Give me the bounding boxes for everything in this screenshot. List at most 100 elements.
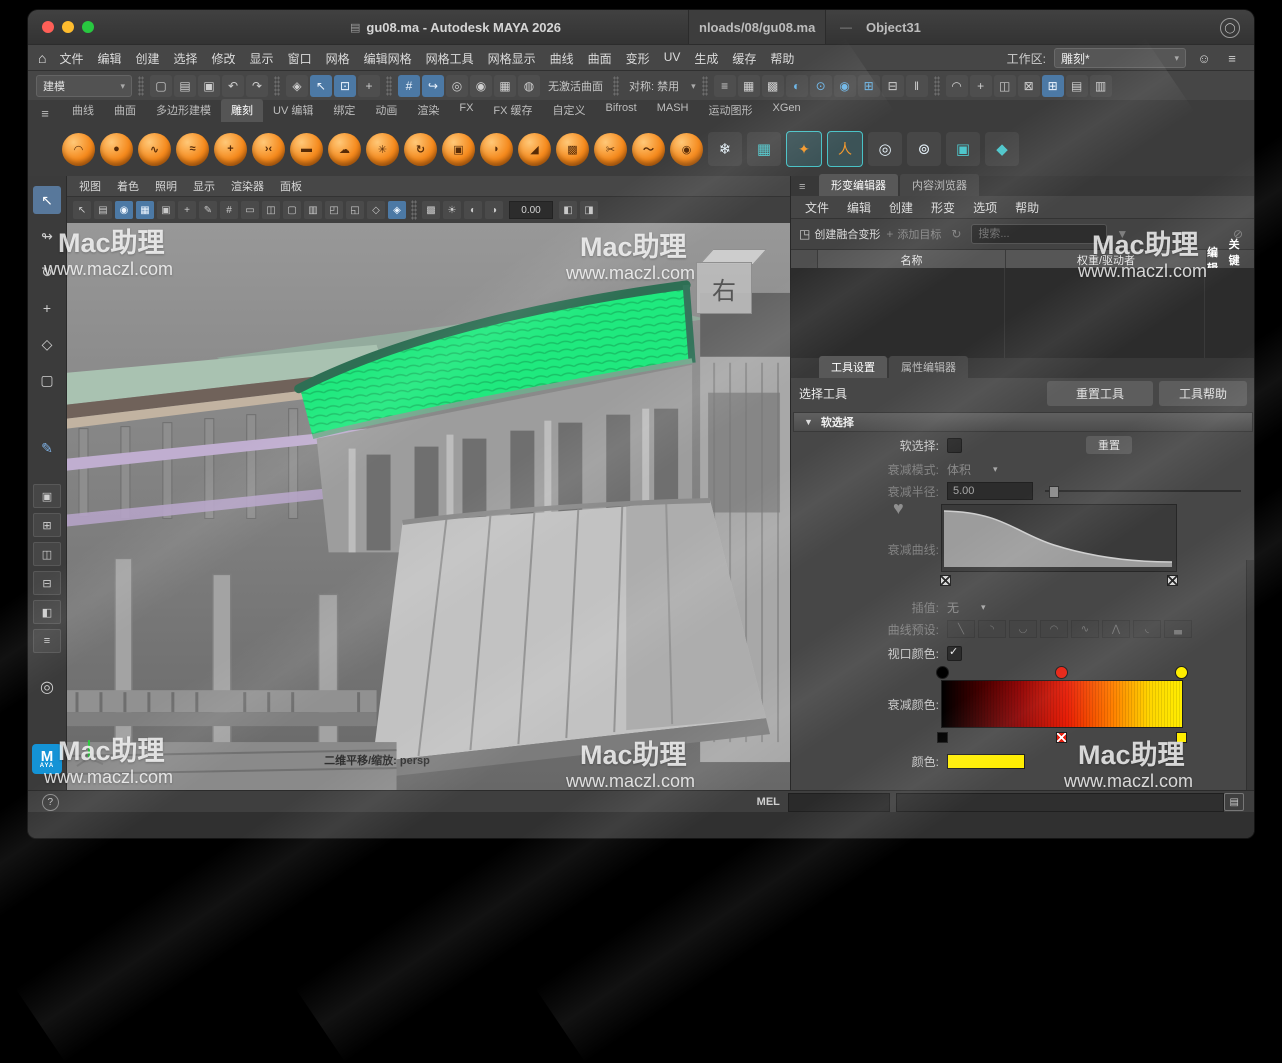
shelf-tab[interactable]: 雕刻 — [221, 99, 263, 122]
preset-ease-out[interactable]: ◝ — [978, 620, 1006, 638]
render-sequence-icon[interactable]: ⊙ — [810, 75, 832, 97]
knife-brush-icon[interactable]: ✂ — [594, 133, 627, 166]
object-xray-icon[interactable]: ◫ — [994, 75, 1016, 97]
menubar-item[interactable]: 帮助 — [763, 50, 801, 67]
safe-action-icon[interactable]: ◰ — [325, 201, 343, 219]
panel-menu-item[interactable]: 视图 — [79, 178, 101, 194]
layout-two-pane-stacked[interactable]: ⊟ — [33, 571, 61, 595]
shelf-tab[interactable]: 多边形建模 — [146, 99, 221, 122]
unfreeze-grid-icon[interactable]: ▦ — [747, 132, 781, 166]
resolution-gate-icon[interactable]: ◫ — [262, 201, 280, 219]
panel-tab[interactable]: 属性编辑器 — [889, 356, 968, 378]
interpolation-select[interactable]: 无 ▾ — [947, 599, 986, 616]
soft-select-section-bar[interactable]: ▼ 软选择 — [793, 412, 1253, 432]
menubar-item[interactable]: 显示 — [243, 50, 281, 67]
workspace-select[interactable]: 雕刻* ▾ — [1054, 48, 1186, 68]
fill-brush-icon[interactable]: ▩ — [556, 133, 589, 166]
make-live-icon[interactable]: ◍ — [518, 75, 540, 97]
panel-menu-icon[interactable]: ≡ — [799, 181, 805, 193]
node-editor-icon[interactable]: ⊟ — [882, 75, 904, 97]
menubar-item[interactable]: 编辑 — [90, 50, 128, 67]
column-name[interactable]: 名称 — [818, 250, 1006, 270]
panel-menu-item[interactable]: 照明 — [155, 178, 177, 194]
scrollbar[interactable] — [1246, 560, 1254, 790]
account-icon[interactable]: ☺ — [1194, 48, 1214, 68]
bookmark-icon[interactable]: ▦ — [136, 201, 154, 219]
slider-handle[interactable] — [1049, 486, 1059, 498]
image-plane-icon[interactable]: ▣ — [157, 201, 175, 219]
menubar-item[interactable]: 选择 — [167, 50, 205, 67]
field-chart-icon[interactable]: ▥ — [304, 201, 322, 219]
spray-brush-icon[interactable]: ✳ — [366, 133, 399, 166]
select-tool[interactable]: ↖ — [33, 186, 61, 214]
lasso-select-tool[interactable]: ↬ — [33, 222, 61, 250]
channel-box-icon[interactable]: ▥ — [1090, 75, 1112, 97]
viewport-color-checkbox[interactable] — [947, 646, 962, 661]
panel-layouts-icon[interactable]: ▤ — [1066, 75, 1088, 97]
preset-wave[interactable]: ∿ — [1071, 620, 1099, 638]
symmetry-label[interactable]: 对称: 禁用 — [625, 78, 683, 94]
relax-brush-icon[interactable]: ≈ — [176, 133, 209, 166]
panel-menu-item[interactable]: 渲染器 — [231, 178, 264, 194]
lift-brush-icon[interactable]: ◠ — [62, 133, 95, 166]
ramp-handle-yellow[interactable] — [1175, 666, 1188, 679]
soft-select-checkbox[interactable] — [947, 438, 962, 453]
panel-menu-item[interactable]: 面板 — [280, 178, 302, 194]
mirror-geometry-icon[interactable]: ◆ — [985, 132, 1019, 166]
repeat-brush-icon[interactable]: ↻ — [404, 133, 437, 166]
falloff-curve-widget[interactable] — [941, 504, 1177, 572]
reset-button[interactable]: 重置 — [1086, 436, 1132, 454]
smooth-brush-icon[interactable]: ∿ — [138, 133, 171, 166]
layers-icon[interactable]: ▣ — [946, 132, 980, 166]
menubar-item[interactable]: UV — [657, 50, 688, 67]
shape-editor-list[interactable] — [791, 268, 1254, 359]
ramp-handle-black[interactable] — [936, 666, 949, 679]
falloff-mode-select[interactable]: 体积 ▾ — [947, 461, 998, 478]
minimize-button[interactable] — [62, 21, 74, 33]
grid-icon[interactable]: # — [220, 201, 238, 219]
snap-projected-center-icon[interactable]: ◉ — [470, 75, 492, 97]
refresh-icon[interactable]: ↻ — [947, 225, 965, 243]
pose-mirror-icon[interactable]: 人 — [827, 131, 863, 167]
titlebar-action-icon[interactable]: ◯ — [1220, 18, 1240, 38]
layout-list[interactable]: ≡ — [33, 629, 61, 653]
menubar-item[interactable]: 曲线 — [543, 50, 581, 67]
panel-tab[interactable]: 工具设置 — [819, 356, 887, 378]
smear-brush-icon[interactable]: 〜 — [632, 133, 665, 166]
ramp-stop-red-selected[interactable] — [1056, 732, 1067, 743]
view-cube-front-face[interactable]: 右 — [696, 262, 752, 314]
pivot-edit-icon[interactable]: + — [970, 75, 992, 97]
snap-curve-icon[interactable]: ↪ — [422, 75, 444, 97]
shelf-tab[interactable]: XGen — [763, 99, 811, 122]
falloff-radius-slider[interactable] — [1045, 483, 1241, 499]
save-scene-icon[interactable]: ▣ — [198, 75, 220, 97]
ao-icon[interactable]: ◑ — [485, 201, 503, 219]
preset-peak[interactable]: ⋀ — [1102, 620, 1130, 638]
lights-icon[interactable]: ☀ — [443, 201, 461, 219]
menubar-item[interactable]: 缓存 — [725, 50, 763, 67]
panel-tab[interactable]: 形变编辑器 — [819, 174, 898, 196]
menubar-item[interactable]: 生成 — [687, 50, 725, 67]
menubar-item[interactable]: 创建 — [129, 50, 167, 67]
shape-editor-menu-item[interactable]: 选项 — [973, 199, 997, 216]
column-weight[interactable]: 权重/驱动者 — [1006, 250, 1207, 270]
hypershade-icon[interactable]: ⊞ — [858, 75, 880, 97]
open-scene-icon[interactable]: ▤ — [174, 75, 196, 97]
window-tab-object[interactable]: Object31 — [866, 10, 921, 44]
scale-tool[interactable]: ▢ — [33, 366, 61, 394]
menubar-item[interactable]: 文件 — [52, 50, 90, 67]
snap-view-plane-icon[interactable]: ▦ — [494, 75, 516, 97]
joint-xray-icon[interactable]: ⊠ — [1018, 75, 1040, 97]
shelf-tab[interactable]: 曲面 — [104, 99, 146, 122]
menubar-item[interactable]: 网格显示 — [481, 50, 543, 67]
film-gate-icon[interactable]: ▭ — [241, 201, 259, 219]
select-object-icon[interactable]: ↖ — [310, 75, 332, 97]
home-icon[interactable]: ⌂ — [38, 50, 46, 66]
shelf-tab[interactable]: 动画 — [365, 99, 407, 122]
shadows-icon[interactable]: ◐ — [464, 201, 482, 219]
rotate-tool[interactable]: ◇ — [33, 330, 61, 358]
menu-list-icon[interactable]: ≡ — [1222, 48, 1242, 68]
shaded-icon[interactable]: ◈ — [388, 201, 406, 219]
safe-title-icon[interactable]: ◱ — [346, 201, 364, 219]
layout-single-pane[interactable]: ▣ — [33, 484, 61, 508]
